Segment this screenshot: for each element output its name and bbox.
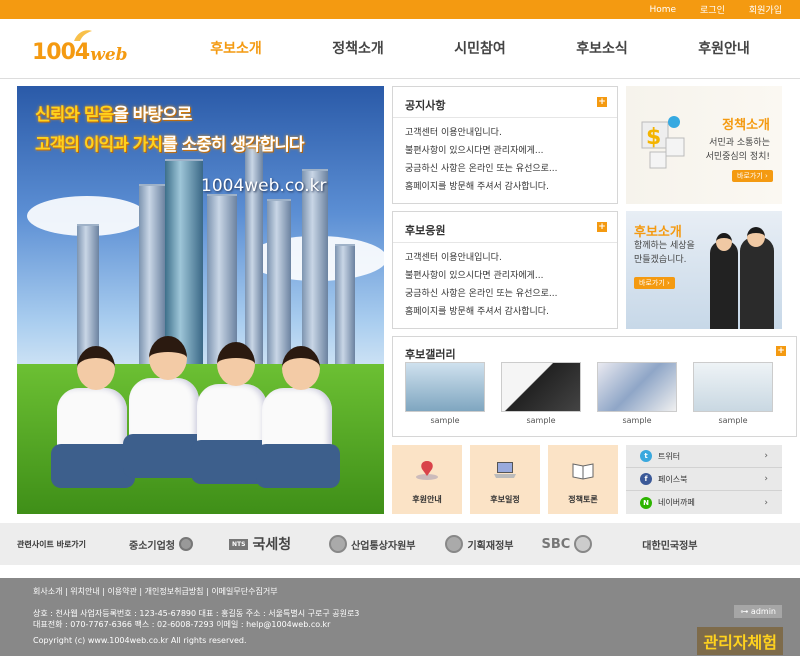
quick-donation-button[interactable]: 후원안내 [392,445,462,514]
footer: 회사소개 | 위치안내 | 이용약관 | 개인정보취급방침 | 이메일무단수집거… [0,578,800,656]
notice-item[interactable]: 홈페이지를 방문해 주셔서 감사합니다. [405,178,558,196]
gallery-item[interactable]: sample [693,362,773,425]
person-figure [256,346,340,488]
nav-news[interactable]: 후보소식 [541,19,663,79]
main-visual: 신뢰와 믿음을 바탕으로 고객의 이익과 가치를 소중히 생각합니다 1004w… [17,86,384,514]
policy-banner[interactable]: $ 정책소개 서민과 소통하는 서민중심의 정치! 바로가기 › [626,86,782,204]
gallery-thumb [597,362,677,412]
nav-policy[interactable]: 정책소개 [297,19,419,79]
quick-schedule-button[interactable]: 후보일정 [470,445,540,514]
laptop-icon [494,462,516,478]
visual-url: 1004web.co.kr [201,176,327,196]
gallery-item[interactable]: sample [405,362,485,425]
login-link[interactable]: 로그인 [700,3,725,16]
top-bar: Home 로그인 회원가입 [0,0,800,19]
related-site[interactable]: 산업통상자원부 [329,535,415,553]
person-figure [740,237,774,329]
candidate-banner[interactable]: 후보소개 함께하는 세상을 만들겠습니다. 바로가기 › [626,211,782,329]
notice-more-icon[interactable]: + [597,97,607,107]
notice-item[interactable]: 궁금하신 사항은 온라인 또는 유선으로... [405,160,558,178]
twitter-icon: t [640,450,652,462]
wing-icon [74,30,92,41]
related-site[interactable]: NTS 국세청 [229,534,291,554]
related-site[interactable]: 중소기업청 [129,537,193,552]
header: 1004 web 후보소개 정책소개 시민참여 후보소식 후원안내 [0,19,800,79]
nav-citizen[interactable]: 시민참여 [419,19,541,79]
admin-experience-button[interactable]: 관리자체험 [697,627,783,655]
footer-address: 상호 : 천사웹 사업자등록번호 : 123-45-67890 대표 : 홍길동… [33,609,360,629]
dollar-cube-icon: $ [641,116,685,169]
notice-title: 공지사항 [405,99,446,112]
logo-web: web [90,45,128,65]
quick-debate-button[interactable]: 정책토론 [548,445,618,514]
visual-slogan: 신뢰와 믿음을 바탕으로 고객의 이익과 가치를 소중히 생각합니다 [35,105,305,155]
support-item[interactable]: 궁금하신 사항은 온라인 또는 유선으로... [405,285,558,303]
nav-donation[interactable]: 후원안내 [663,19,785,79]
person-figure [710,241,738,329]
gallery-title: 후보갤러리 [405,348,456,361]
policy-banner-desc: 서민과 소통하는 서민중심의 정치! [705,138,770,162]
naver-icon: N [640,496,652,509]
related-label: 관련사이트 바로가기 [17,539,87,549]
support-more-icon[interactable]: + [597,222,607,232]
book-icon [572,463,594,480]
gallery-item[interactable]: sample [597,362,677,425]
candidate-go-button[interactable]: 바로가기 › [634,277,675,289]
join-link[interactable]: 회원가입 [749,3,782,16]
support-box: 후보응원 + 고객센터 이용안내입니다. 불편사항이 있으시다면 관리자에게..… [392,211,618,329]
chevron-right-icon: › [764,497,768,508]
gallery-more-icon[interactable]: + [776,346,786,356]
map-pin-icon [416,461,438,480]
chevron-right-icon: › [764,474,768,484]
copyright: Copyright (c) www.1004web.co.kr All righ… [33,636,247,645]
related-site[interactable]: SBC [541,535,593,553]
svg-text:$: $ [646,125,661,150]
related-site[interactable]: 대한민국정부 [642,537,697,552]
main-nav: 후보소개 정책소개 시민참여 후보소식 후원안내 [175,19,785,79]
notice-box: 공지사항 + 고객센터 이용안내입니다. 불편사항이 있으시다면 관리자에게..… [392,86,618,204]
chevron-right-icon: › [764,451,768,461]
gallery-thumb [405,362,485,412]
gallery-box: 후보갤러리 + sample sample sample sample [392,336,797,437]
notice-item[interactable]: 불편사항이 있으시다면 관리자에게... [405,142,558,160]
candidate-banner-title: 후보소개 [634,225,682,240]
facebook-icon: f [640,473,652,485]
site-logo[interactable]: 1004 web [32,30,128,65]
support-item[interactable]: 고객센터 이용안내입니다. [405,249,558,267]
footer-links[interactable]: 회사소개 | 위치안내 | 이용약관 | 개인정보취급방침 | 이메일무단수집거… [33,586,278,597]
policy-banner-title: 정책소개 [722,118,770,133]
gallery-thumb [693,362,773,412]
related-site[interactable]: 기획재정부 [445,535,513,553]
facebook-link[interactable]: f 페이스북 › [626,468,782,491]
logo-number: 1004 [32,40,90,65]
naver-cafe-link[interactable]: N 네이버까페 › [626,491,782,514]
support-title: 후보응원 [405,224,446,237]
gallery-thumb [501,362,581,412]
support-item[interactable]: 불편사항이 있으시다면 관리자에게... [405,267,558,285]
related-sites-bar: 관련사이트 바로가기 중소기업청 NTS 국세청 산업통상자원부 기획재정부 SB… [0,523,800,565]
candidate-banner-desc: 함께하는 세상을 만들겠습니다. [634,241,695,265]
nav-candidate[interactable]: 후보소개 [175,19,297,79]
twitter-link[interactable]: t 트위터 › [626,445,782,468]
support-item[interactable]: 홈페이지를 방문해 주셔서 감사합니다. [405,303,558,321]
sns-box: t 트위터 › f 페이스북 › N 네이버까페 › [626,445,782,514]
policy-go-button[interactable]: 바로가기 › [732,170,773,182]
notice-item[interactable]: 고객센터 이용안내입니다. [405,124,558,142]
home-link[interactable]: Home [649,5,676,15]
gallery-item[interactable]: sample [501,362,581,425]
admin-button[interactable]: ⊶ admin [734,605,782,618]
